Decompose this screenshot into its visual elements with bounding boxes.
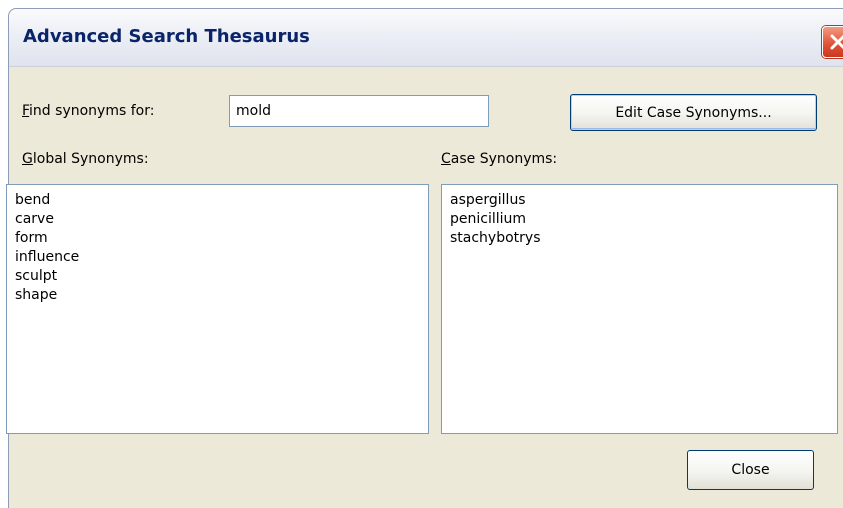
dialog-title: Advanced Search Thesaurus xyxy=(23,26,310,47)
list-item[interactable]: bend xyxy=(15,191,420,210)
global-synonyms-label: Global Synonyms: xyxy=(22,151,149,167)
title-bar[interactable]: Advanced Search Thesaurus xyxy=(9,9,843,67)
list-item[interactable]: form xyxy=(15,229,420,248)
list-item[interactable]: influence xyxy=(15,248,420,267)
case-label-accelerator: C xyxy=(441,151,451,167)
case-synonyms-label: Case Synonyms: xyxy=(441,151,557,167)
case-label-text: ase Synonyms: xyxy=(450,151,558,167)
list-item[interactable]: stachybotrys xyxy=(450,229,829,248)
list-item[interactable]: penicillium xyxy=(450,210,829,229)
window-close-button[interactable] xyxy=(822,26,843,58)
global-label-text: lobal Synonyms: xyxy=(32,151,149,167)
edit-case-synonyms-button[interactable]: Edit Case Synonyms... xyxy=(570,94,817,131)
list-item[interactable]: carve xyxy=(15,210,420,229)
case-synonyms-list[interactable]: aspergillus penicillium stachybotrys xyxy=(441,184,838,434)
global-label-accelerator: G xyxy=(22,151,33,167)
find-label-text: ind synonyms for: xyxy=(29,103,155,119)
find-label-accelerator: F xyxy=(22,103,30,119)
thesaurus-dialog: Advanced Search Thesaurus Find synonyms … xyxy=(6,8,843,508)
find-synonyms-label: Find synonyms for: xyxy=(22,103,154,119)
close-button[interactable]: Close xyxy=(687,450,814,490)
global-synonyms-list[interactable]: bend carve form influence sculpt shape xyxy=(6,184,429,434)
list-item[interactable]: sculpt xyxy=(15,267,420,286)
list-item[interactable]: shape xyxy=(15,286,420,305)
close-icon xyxy=(830,34,843,50)
list-item[interactable]: aspergillus xyxy=(450,191,829,210)
find-synonyms-input[interactable] xyxy=(229,95,489,127)
